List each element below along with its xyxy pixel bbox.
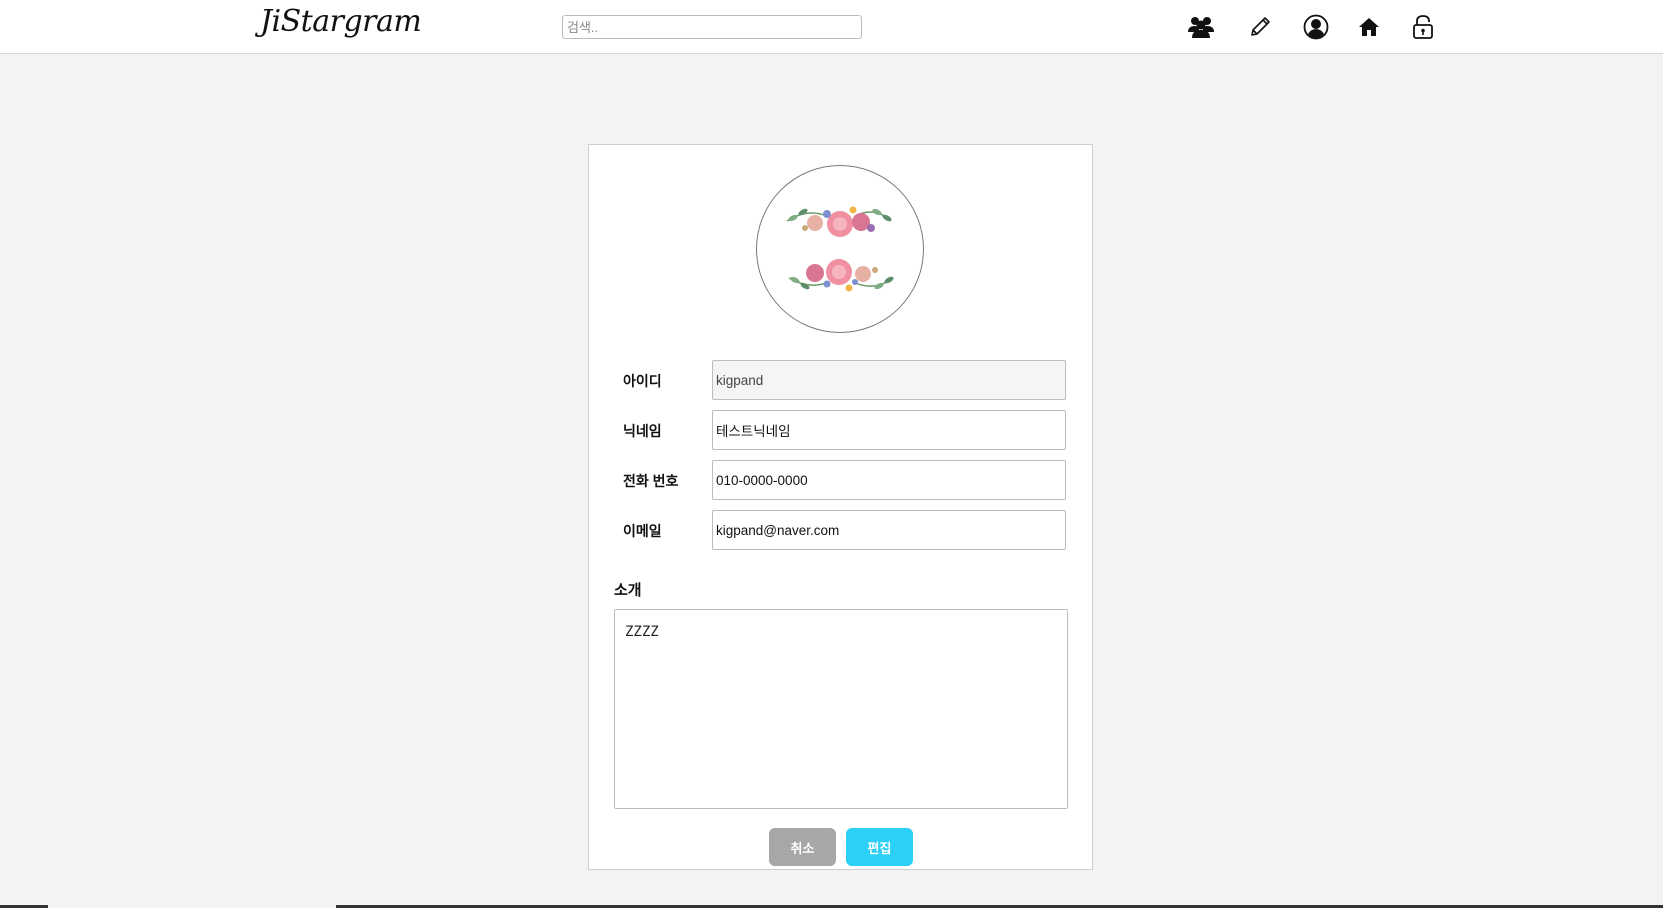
- users-icon[interactable]: [1186, 12, 1216, 42]
- floral-wreath-image: [786, 206, 894, 292]
- phone-label: 전화 번호: [623, 473, 679, 489]
- home-icon[interactable]: [1354, 12, 1384, 42]
- profile-avatar[interactable]: [756, 165, 924, 333]
- top-navbar: JiStargram: [0, 0, 1663, 54]
- search-input[interactable]: [562, 15, 862, 39]
- phone-field[interactable]: [712, 460, 1066, 500]
- nickname-label: 닉네임: [623, 423, 662, 439]
- cancel-button[interactable]: 취소: [769, 828, 836, 866]
- edit-button[interactable]: 편집: [846, 828, 913, 866]
- pencil-icon[interactable]: [1245, 12, 1275, 42]
- email-field[interactable]: [712, 510, 1066, 550]
- unlock-icon[interactable]: [1408, 12, 1438, 42]
- email-label: 이메일: [623, 523, 662, 539]
- user-circle-icon[interactable]: [1301, 12, 1331, 42]
- app-logo[interactable]: JiStargram: [260, 4, 422, 39]
- profile-edit-card: 아이디 닉네임 전화 번호 이메일 소개 ZZZZ 취소 편집: [588, 144, 1093, 870]
- intro-textarea[interactable]: ZZZZ: [614, 609, 1068, 809]
- nickname-field[interactable]: [712, 410, 1066, 450]
- intro-label: 소개: [614, 582, 642, 599]
- id-field: [712, 360, 1066, 400]
- id-label: 아이디: [623, 373, 662, 389]
